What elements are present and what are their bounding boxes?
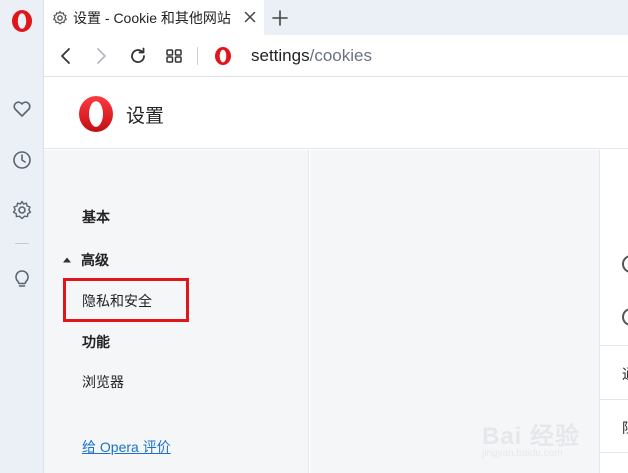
lightbulb-icon[interactable]: [11, 268, 33, 290]
tab-title: 设置 - Cookie 和其他网站: [73, 9, 231, 26]
opera-page-icon: [215, 47, 231, 65]
opera-brand-logo-icon: [79, 96, 113, 132]
forward-arrow-icon[interactable]: [90, 45, 112, 67]
nav-item-advanced[interactable]: 高级: [62, 250, 109, 270]
settings-header: 设置: [44, 78, 628, 149]
address-field[interactable]: settings/cookies: [251, 45, 372, 67]
rail-divider: [15, 243, 29, 244]
setting-row-label[interactable]: 阻: [622, 418, 628, 438]
settings-gear-icon[interactable]: [11, 199, 33, 221]
rate-opera-link[interactable]: 给 Opera 评价: [82, 437, 171, 457]
cookie-option-radio-2[interactable]: [622, 308, 628, 326]
watermark-text: Bai 经验: [482, 423, 581, 450]
nav-item-browser[interactable]: 浏览器: [82, 372, 124, 392]
toolbar-divider: [197, 47, 198, 65]
gear-icon: [53, 10, 67, 24]
sidebar-rail: [0, 0, 44, 473]
nav-item-privacy-security[interactable]: 隐私和安全: [82, 291, 152, 311]
new-tab-plus-icon[interactable]: [270, 8, 290, 28]
tab-settings-cookies[interactable]: 设置 - Cookie 和其他网站: [44, 0, 264, 35]
cookie-option-radio-1[interactable]: [622, 255, 628, 273]
url-host: settings: [251, 46, 310, 65]
card-divider: [600, 399, 628, 400]
opera-logo-icon[interactable]: [11, 9, 33, 33]
page-title: 设置: [126, 106, 165, 127]
tab-strip: 设置 - Cookie 和其他网站: [44, 0, 628, 35]
baidu-jingyan-watermark: Bai 经验 jingyan.baidu.com: [482, 406, 622, 466]
settings-nav: 基本 高级 隐私和安全 功能 浏览器 给 Opera 评价: [44, 150, 309, 473]
history-clock-icon[interactable]: [11, 149, 33, 171]
setting-row-label[interactable]: 通: [622, 364, 628, 384]
heart-icon[interactable]: [11, 98, 33, 120]
url-path: /cookies: [309, 46, 372, 65]
speed-dial-grid-icon[interactable]: [163, 45, 185, 67]
address-toolbar: settings/cookies: [44, 35, 628, 77]
back-arrow-icon[interactable]: [55, 45, 77, 67]
nav-advanced-label: 高级: [81, 252, 109, 268]
watermark-subtext: jingyan.baidu.com: [482, 448, 563, 459]
close-tab-icon[interactable]: [242, 9, 258, 25]
card-divider: [600, 345, 628, 346]
nav-item-basic[interactable]: 基本: [82, 207, 110, 227]
collapse-triangle-icon: [63, 257, 71, 263]
nav-item-features[interactable]: 功能: [82, 332, 110, 352]
reload-icon[interactable]: [127, 45, 149, 67]
